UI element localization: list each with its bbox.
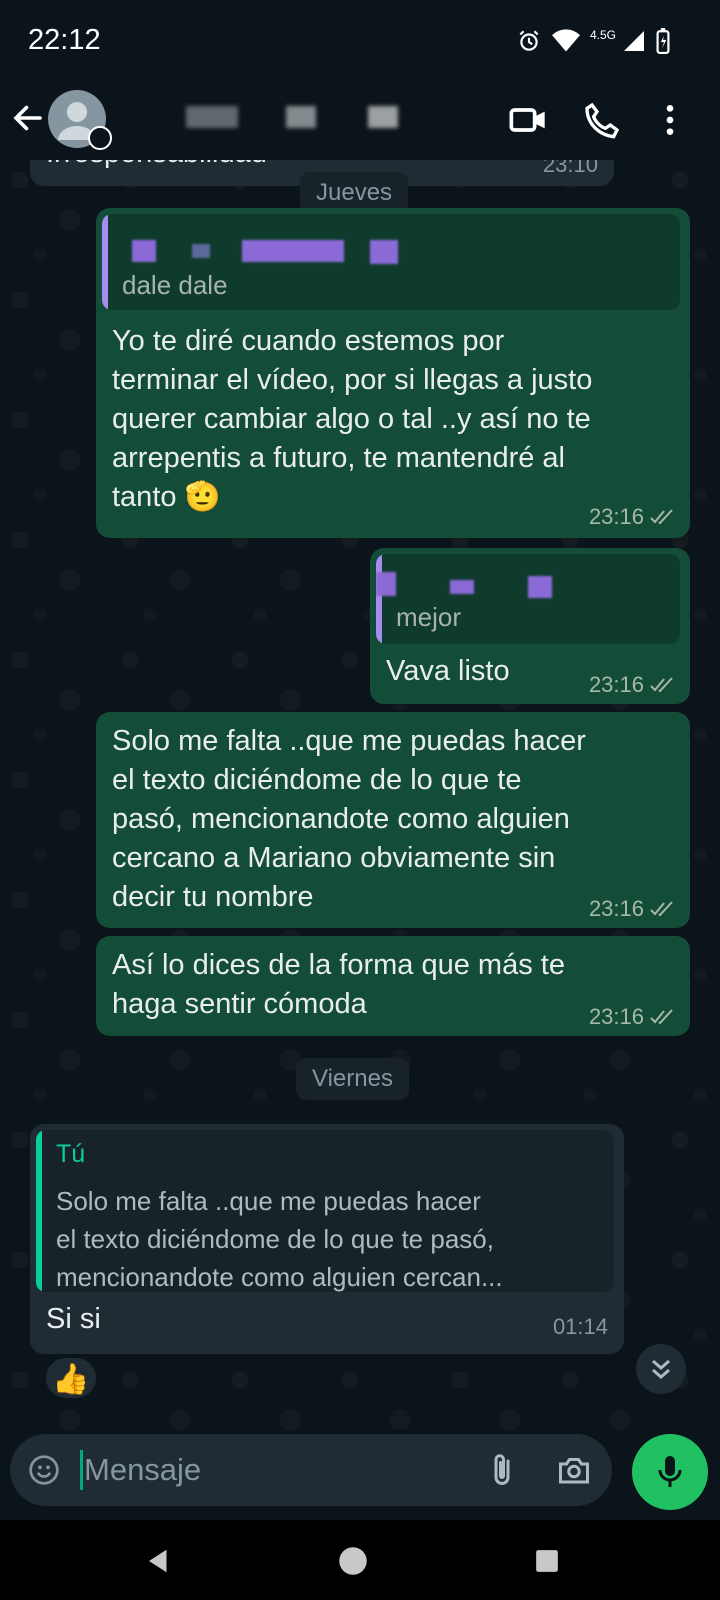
message-time: 23:16 — [588, 1004, 644, 1029]
message-meta: 23:16 — [589, 1004, 676, 1030]
quote-author-redacted — [192, 244, 210, 258]
message-time: 01:14 — [552, 1314, 608, 1339]
status-bar: 22:12 4.5G — [0, 0, 720, 86]
microphone-icon — [658, 1456, 682, 1487]
nav-back-icon[interactable] — [144, 1546, 174, 1576]
emoji-icon[interactable] — [28, 1454, 60, 1486]
voice-message-button[interactable] — [632, 1434, 708, 1510]
quoted-text-line: el texto diciéndome de lo que te pasó, — [56, 1224, 494, 1254]
message-text: Si si — [46, 1303, 101, 1335]
quoted-text-line: mencionandote como alguien cercan... — [56, 1262, 503, 1292]
back-arrow-icon[interactable] — [10, 100, 46, 136]
nav-recents-icon[interactable] — [534, 1548, 560, 1574]
date-chip: Viernes — [296, 1058, 409, 1100]
quoted-author: Tú — [56, 1140, 86, 1168]
message-bubble-outgoing[interactable]: Así lo dices de la forma que más te haga… — [96, 936, 690, 1036]
message-time: 23:16 — [588, 672, 644, 697]
message-line: pasó, mencionandote como alguien — [112, 803, 570, 835]
quote-author-redacted — [528, 576, 552, 598]
battery-icon — [656, 28, 670, 54]
more-options-icon[interactable] — [650, 100, 690, 140]
message-composer — [10, 1434, 612, 1506]
double-check-icon — [650, 901, 673, 917]
message-meta: 23:16 — [589, 504, 676, 530]
message-line: Solo me falta ..que me puedas hacer — [112, 725, 586, 757]
message-meta: 23:16 — [589, 672, 676, 698]
status-icons: 4.5G — [516, 28, 670, 54]
thumbs-up-icon: 👍 — [52, 1363, 90, 1396]
quoted-text: dale dale — [122, 270, 228, 300]
message-meta: 23:16 — [589, 896, 676, 922]
message-text: Vava listo — [386, 655, 510, 687]
contact-name-redacted-part — [368, 106, 398, 128]
message-text: Irresponsabilidad — [46, 160, 267, 173]
video-call-icon[interactable] — [508, 100, 548, 140]
scroll-to-bottom-button[interactable] — [636, 1344, 686, 1394]
message-bubble-outgoing[interactable]: Solo me falta ..que me puedas hacer el t… — [96, 712, 690, 928]
message-line: el texto diciéndome de lo que te — [112, 764, 522, 796]
message-line: arrepentis a futuro, te mantendré al — [112, 442, 565, 474]
double-check-icon — [650, 677, 673, 693]
message-line: terminar el vídeo, por si llegas a justo — [112, 364, 593, 396]
chat-area[interactable]: Irresponsabilidad 23:10 Jueves dale dale… — [0, 160, 720, 1430]
message-time: 23:16 — [588, 504, 644, 529]
message-bubble-outgoing[interactable]: dale dale Yo te diré cuando estemos por … — [96, 208, 690, 538]
chat-header — [0, 86, 720, 164]
text-caret — [80, 1450, 83, 1490]
quoted-message[interactable]: Tú Solo me falta ..que me puedas hacer e… — [36, 1130, 614, 1292]
quote-author-redacted — [242, 240, 344, 262]
double-chevron-down-icon — [652, 1359, 670, 1379]
message-line: Yo te diré cuando estemos por — [112, 325, 505, 357]
message-bubble-incoming[interactable]: Tú Solo me falta ..que me puedas hacer e… — [30, 1124, 624, 1354]
contact-name-redacted[interactable] — [186, 106, 238, 128]
quote-author-redacted — [450, 580, 474, 594]
quote-author-redacted — [132, 240, 156, 262]
quoted-text: mejor — [396, 602, 462, 632]
quoted-text-line: Solo me falta ..que me puedas hacer — [56, 1186, 481, 1216]
message-bubble-outgoing[interactable]: mejor Vava listo 23:16 — [370, 548, 690, 704]
attach-icon[interactable] — [484, 1452, 520, 1488]
alarm-icon — [519, 30, 539, 51]
system-nav-bar — [0, 1520, 720, 1600]
message-text: Solo me falta ..que me puedas hacer el t… — [112, 722, 682, 917]
message-line: cercano a Mariano obviamente sin — [112, 842, 556, 874]
quoted-message[interactable]: dale dale — [102, 214, 680, 310]
double-check-icon — [650, 509, 673, 525]
message-text: Yo te diré cuando estemos por terminar e… — [112, 322, 682, 517]
voice-call-icon[interactable] — [582, 100, 622, 140]
message-line: querer cambiar algo o tal ..y así no te — [112, 403, 591, 435]
signal-icon — [624, 31, 644, 51]
reaction-badge[interactable]: 👍 — [44, 1356, 98, 1400]
wifi-icon — [551, 29, 580, 52]
message-time: 23:16 — [588, 896, 644, 921]
contact-name-redacted-part — [286, 106, 316, 128]
status-time: 22:12 — [28, 24, 101, 56]
message-input[interactable] — [84, 1446, 484, 1494]
double-check-icon — [650, 1009, 673, 1025]
salute-emoji-icon: 🫡 — [184, 481, 221, 513]
quote-author-redacted — [376, 572, 396, 596]
nav-home-icon[interactable] — [338, 1546, 368, 1576]
camera-icon[interactable] — [556, 1452, 592, 1488]
quoted-message[interactable]: mejor — [376, 554, 680, 644]
quote-author-redacted — [370, 240, 398, 264]
message-line: tanto — [112, 481, 177, 513]
status-ring-icon — [88, 126, 112, 150]
message-line: Así lo dices de la forma que más te — [112, 949, 565, 981]
network-type: 4.5G — [589, 28, 616, 42]
message-time: 23:10 — [542, 160, 598, 177]
